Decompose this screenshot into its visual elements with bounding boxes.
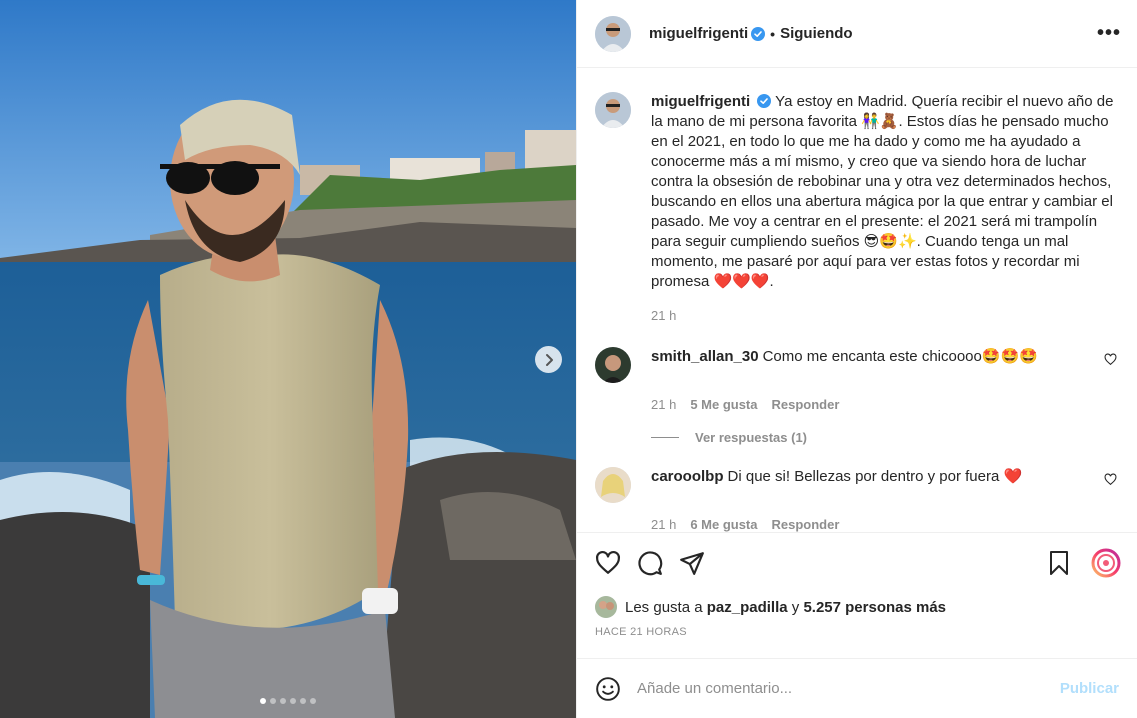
carousel-dot	[280, 698, 286, 704]
comment-username[interactable]: smith_allan_30	[651, 348, 759, 365]
post-comment-button[interactable]: Publicar	[1060, 680, 1119, 697]
comment-button[interactable]	[637, 550, 663, 576]
comment-input[interactable]	[637, 680, 1060, 697]
following-button[interactable]: Siguiendo	[780, 25, 853, 42]
comment-body: smith_allan_30 Como me encanta este chico…	[651, 347, 1092, 367]
comment-item: smith_allan_30 Como me encanta este chico…	[595, 347, 1117, 383]
chevron-right-icon	[545, 353, 553, 366]
comment-likes[interactable]: 5 Me gusta	[690, 397, 757, 412]
share-icon	[680, 551, 704, 575]
commenter-avatar[interactable]	[595, 467, 631, 503]
post-photo	[0, 0, 576, 718]
carousel-dot	[300, 698, 306, 704]
caption-text: miguelfrigenti Ya estoy en Madrid. Quería…	[651, 92, 1117, 292]
carousel-dot	[310, 698, 316, 704]
caption: miguelfrigenti Ya estoy en Madrid. Quería…	[595, 92, 1117, 292]
header-separator: •	[770, 25, 776, 42]
story-ring-icon	[1091, 548, 1121, 577]
caption-time: 21 h	[651, 308, 677, 323]
comment-like-heart-icon[interactable]	[1104, 353, 1117, 366]
next-photo-button[interactable]	[535, 346, 562, 373]
view-replies-label: Ver respuestas (1)	[695, 430, 808, 445]
carousel-dot	[290, 698, 296, 704]
replies-divider	[651, 437, 679, 438]
comment-body: carooolbp Di que si! Bellezas por dentro …	[651, 467, 1092, 487]
likes-summary: Les gusta a paz_padilla y 5.257 personas…	[577, 592, 1137, 622]
carousel-indicator	[0, 698, 576, 704]
reply-button[interactable]: Responder	[772, 517, 840, 532]
comment-text: Di que si! Bellezas por dentro y por fue…	[727, 468, 1023, 485]
reel-badge[interactable]	[1091, 548, 1121, 578]
verified-badge-icon	[751, 26, 766, 41]
carousel-dot	[260, 698, 266, 704]
reply-button[interactable]: Responder	[772, 397, 840, 412]
comment-time: 21 h	[651, 517, 677, 532]
action-bar-right	[1047, 548, 1121, 578]
comment-meta: 21 h 6 Me gusta Responder	[651, 517, 1117, 532]
caption-avatar[interactable]	[595, 92, 631, 128]
caption-body: Ya estoy en Madrid. Quería recibir el nu…	[651, 93, 1114, 290]
emoji-icon	[596, 676, 620, 701]
comment-meta: 21 h 5 Me gusta Responder	[651, 397, 1117, 412]
likes-others[interactable]: 5.257 personas más	[803, 599, 946, 616]
post-timestamp: HACE 21 HORAS	[595, 626, 687, 638]
comment-username[interactable]: carooolbp	[651, 468, 724, 485]
view-replies-button[interactable]: Ver respuestas (1)	[651, 430, 1117, 445]
comment-like-heart-icon[interactable]	[1104, 473, 1117, 486]
verified-badge-icon	[757, 94, 772, 108]
comment-icon	[638, 550, 663, 575]
share-button[interactable]	[679, 550, 705, 576]
commenter-avatar[interactable]	[595, 347, 631, 383]
post-header: miguelfrigenti • Siguiendo •••	[577, 0, 1137, 68]
comments-section: miguelfrigenti Ya estoy en Madrid. Quería…	[577, 68, 1137, 532]
liker-avatar[interactable]	[595, 596, 617, 618]
post-modal: miguelfrigenti • Siguiendo ••• miguelfri…	[0, 0, 1137, 718]
emoji-button[interactable]	[595, 676, 621, 702]
caption-username[interactable]: miguelfrigenti	[651, 93, 750, 110]
heart-icon	[596, 550, 620, 574]
more-icon[interactable]: •••	[1097, 22, 1121, 45]
add-comment-bar: Publicar	[577, 658, 1137, 718]
photo-scene	[0, 0, 576, 718]
action-bar	[577, 532, 1137, 592]
comment-item: carooolbp Di que si! Bellezas por dentro …	[595, 467, 1117, 503]
author-username[interactable]: miguelfrigenti	[649, 25, 748, 42]
likes-conj: y	[791, 598, 800, 616]
author-avatar[interactable]	[595, 15, 631, 52]
likes-prefix: Les gusta a	[625, 598, 703, 616]
like-button[interactable]	[595, 550, 621, 576]
comment-time: 21 h	[651, 397, 677, 412]
comment-likes[interactable]: 6 Me gusta	[690, 517, 757, 532]
post-side-panel: miguelfrigenti • Siguiendo ••• miguelfri…	[576, 0, 1137, 718]
carousel-dot	[270, 698, 276, 704]
save-button[interactable]	[1047, 550, 1071, 576]
liker-username[interactable]: paz_padilla	[707, 599, 788, 616]
bookmark-icon	[1050, 550, 1068, 575]
comment-text: Como me encanta este chicoooo🤩🤩🤩	[762, 348, 1038, 365]
